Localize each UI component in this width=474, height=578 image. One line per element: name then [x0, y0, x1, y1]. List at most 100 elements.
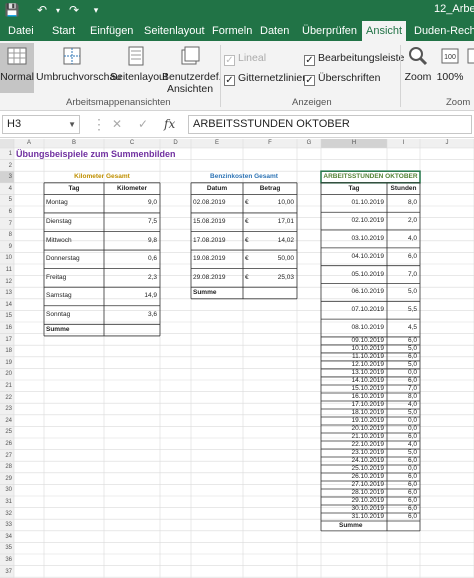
- row-header[interactable]: 16: [0, 323, 12, 333]
- row-header[interactable]: 5: [0, 195, 12, 205]
- redo-icon[interactable]: ↷: [66, 3, 82, 18]
- hours-date-cell[interactable]: 05.10.2019: [321, 270, 384, 280]
- cancel-icon[interactable]: ✕: [112, 115, 122, 134]
- row-header[interactable]: 20: [0, 369, 12, 379]
- km-value-cell[interactable]: 7,5: [104, 217, 157, 227]
- fuel-date-cell[interactable]: 29.08.2019: [193, 273, 241, 283]
- page-layout-button[interactable]: Seitenlayout: [110, 46, 168, 83]
- row-header[interactable]: 7: [0, 219, 12, 229]
- km-day-cell[interactable]: Freitag: [46, 273, 102, 283]
- column-header[interactable]: B: [44, 139, 104, 148]
- row-header[interactable]: 26: [0, 439, 12, 449]
- hours-date-cell[interactable]: 06.10.2019: [321, 287, 384, 297]
- fuel-amount-cell[interactable]: 17,01: [251, 217, 294, 227]
- tab-daten[interactable]: Daten: [256, 21, 293, 41]
- hours-value-cell[interactable]: 6,0: [387, 489, 417, 497]
- hours-date-cell[interactable]: 02.10.2019: [321, 216, 384, 226]
- row-header[interactable]: 18: [0, 346, 12, 356]
- km-value-cell[interactable]: 2,3: [104, 273, 157, 283]
- hours-date-cell[interactable]: 26.10.2019: [321, 473, 384, 481]
- fuel-amount-cell[interactable]: 50,00: [251, 254, 294, 264]
- undo-dropdown-icon[interactable]: ▾: [50, 3, 66, 18]
- km-sum-label[interactable]: Summe: [46, 325, 69, 335]
- hours-date-cell[interactable]: 07.10.2019: [321, 305, 384, 315]
- row-header[interactable]: 6: [0, 207, 12, 217]
- hours-value-cell[interactable]: 5,0: [387, 409, 417, 417]
- column-header[interactable]: I: [387, 139, 420, 148]
- undo-icon[interactable]: ↶: [34, 3, 50, 18]
- row-header[interactable]: 12: [0, 277, 12, 287]
- hours-value-cell[interactable]: 0,0: [387, 425, 417, 433]
- km-day-cell[interactable]: Samstag: [46, 291, 102, 301]
- row-header[interactable]: 2: [0, 161, 12, 171]
- hours-date-cell[interactable]: 09.10.2019: [321, 337, 384, 345]
- row-header[interactable]: 34: [0, 532, 12, 542]
- hours-date-cell[interactable]: 31.10.2019: [321, 513, 384, 521]
- column-header[interactable]: A: [14, 139, 44, 148]
- hours-date-cell[interactable]: 03.10.2019: [321, 234, 384, 244]
- hours-value-cell[interactable]: 4,0: [387, 401, 417, 409]
- row-header[interactable]: 13: [0, 288, 12, 298]
- row-header[interactable]: 25: [0, 427, 12, 437]
- hours-date-cell[interactable]: 27.10.2019: [321, 481, 384, 489]
- hours-value-cell[interactable]: 6,0: [387, 497, 417, 505]
- hours-date-cell[interactable]: 18.10.2019: [321, 409, 384, 417]
- hours-value-cell[interactable]: 4,0: [387, 441, 417, 449]
- row-header[interactable]: 4: [0, 184, 12, 194]
- km-value-cell[interactable]: 14,9: [104, 291, 157, 301]
- hours-value-cell[interactable]: 5,5: [387, 305, 417, 315]
- row-header[interactable]: 21: [0, 381, 12, 391]
- km-day-cell[interactable]: Mittwoch: [46, 236, 102, 246]
- hours-value-cell[interactable]: 6,0: [387, 353, 417, 361]
- km-day-cell[interactable]: Montag: [46, 198, 102, 208]
- hours-value-cell[interactable]: 7,0: [387, 270, 417, 280]
- hours-sum-label[interactable]: Summe: [339, 521, 362, 530]
- zoom-100-button[interactable]: 100 100%: [436, 46, 464, 83]
- hours-date-cell[interactable]: 04.10.2019: [321, 252, 384, 262]
- hours-value-cell[interactable]: 5,0: [387, 449, 417, 457]
- hours-value-cell[interactable]: 0,0: [387, 369, 417, 377]
- fuel-date-cell[interactable]: 19.08.2019: [193, 254, 241, 264]
- row-header[interactable]: 24: [0, 416, 12, 426]
- chevron-down-icon[interactable]: ▼: [68, 116, 76, 133]
- tab-ueberpruefen[interactable]: Überprüfen: [298, 21, 361, 41]
- hours-date-cell[interactable]: 17.10.2019: [321, 401, 384, 409]
- hours-value-cell[interactable]: 6,0: [387, 377, 417, 385]
- worksheet[interactable]: A B C D E F G H I J 1 2 3 4 5 6 7 8 9 10 11 12 13 14 15 16 17 18 19 2…: [0, 139, 474, 578]
- hours-value-cell[interactable]: 4,0: [387, 234, 417, 244]
- row-header[interactable]: 33: [0, 520, 12, 530]
- tab-start[interactable]: Start: [48, 21, 79, 41]
- km-value-cell[interactable]: 9,8: [104, 236, 157, 246]
- hours-date-cell[interactable]: 20.10.2019: [321, 425, 384, 433]
- row-header[interactable]: 35: [0, 543, 12, 553]
- row-header[interactable]: 14: [0, 300, 12, 310]
- hours-value-cell[interactable]: 7,0: [387, 385, 417, 393]
- hours-date-cell[interactable]: 12.10.2019: [321, 361, 384, 369]
- hours-date-cell[interactable]: 29.10.2019: [321, 497, 384, 505]
- km-day-cell[interactable]: Sonntag: [46, 310, 102, 320]
- row-header[interactable]: 29: [0, 474, 12, 484]
- km-value-cell[interactable]: 3,6: [104, 310, 157, 320]
- hours-date-cell[interactable]: 14.10.2019: [321, 377, 384, 385]
- row-header[interactable]: 3: [0, 172, 12, 182]
- hours-date-cell[interactable]: 13.10.2019: [321, 369, 384, 377]
- ueberschriften-checkbox[interactable]: ✓ Überschriften: [304, 72, 380, 86]
- tab-formeln[interactable]: Formeln: [208, 21, 256, 41]
- hours-value-cell[interactable]: 6,0: [387, 457, 417, 465]
- hours-date-cell[interactable]: 28.10.2019: [321, 489, 384, 497]
- lineal-checkbox[interactable]: ✓ Lineal: [224, 52, 266, 66]
- hours-value-cell[interactable]: 4,5: [387, 323, 417, 333]
- hours-value-cell[interactable]: 6,0: [387, 252, 417, 262]
- zoom-button[interactable]: Zoom: [402, 46, 434, 83]
- fuel-amount-cell[interactable]: 25,03: [251, 273, 294, 283]
- hours-date-cell[interactable]: 01.10.2019: [321, 198, 384, 208]
- hours-value-cell[interactable]: 0,0: [387, 465, 417, 473]
- row-header[interactable]: 19: [0, 358, 12, 368]
- hours-value-cell[interactable]: 2,0: [387, 216, 417, 226]
- row-header[interactable]: 30: [0, 485, 12, 495]
- km-value-cell[interactable]: 9,0: [104, 198, 157, 208]
- fuel-amount-cell[interactable]: 14,02: [251, 236, 294, 246]
- tab-einfuegen[interactable]: Einfügen: [86, 21, 137, 41]
- row-header[interactable]: 22: [0, 393, 12, 403]
- hours-date-cell[interactable]: 08.10.2019: [321, 323, 384, 333]
